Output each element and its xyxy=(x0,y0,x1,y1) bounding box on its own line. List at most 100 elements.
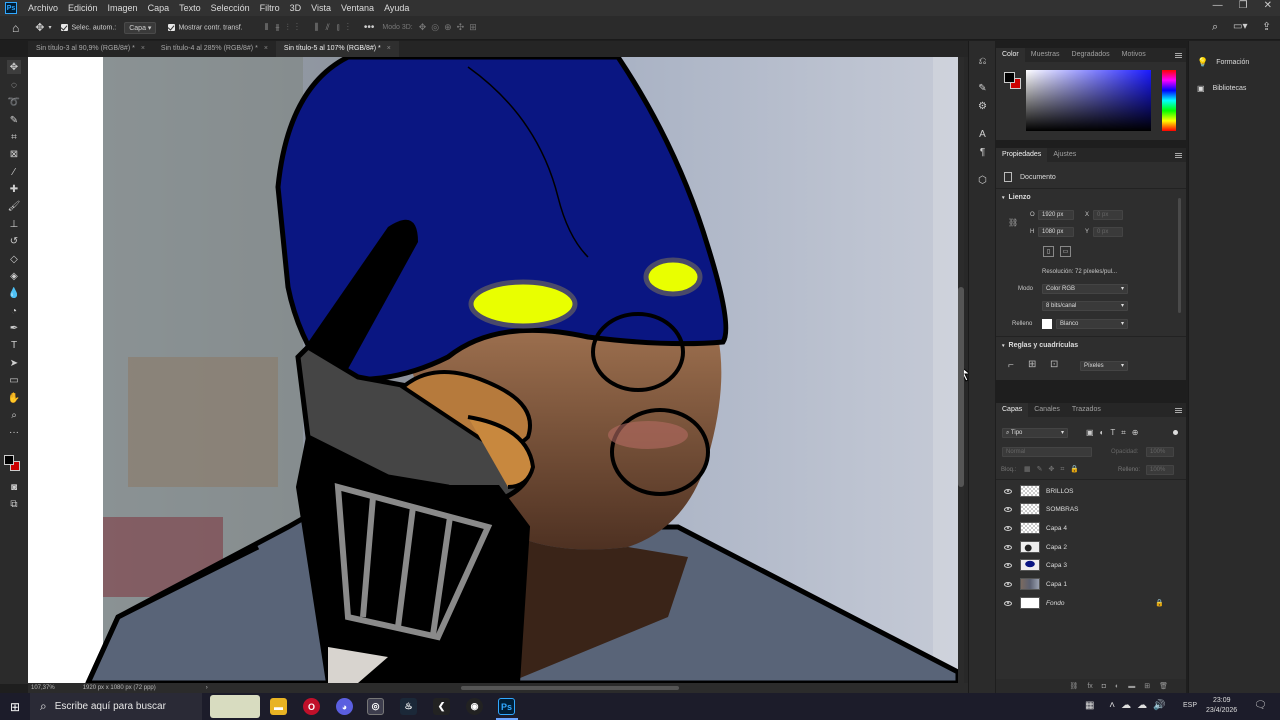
horizontal-scrollbar-thumb[interactable] xyxy=(461,686,679,690)
more-options-icon[interactable]: ••• xyxy=(364,22,375,33)
layer-fill-field[interactable]: 100% xyxy=(1146,465,1174,475)
tab-sin-titulo-4[interactable]: Sin título-4 al 285% (RGB/8#) * × xyxy=(153,41,276,57)
language-indicator[interactable]: ESP xyxy=(1183,702,1197,709)
rectangle-tool-icon[interactable]: ▭ xyxy=(7,373,21,387)
width-field[interactable]: 1920 px xyxy=(1038,210,1074,220)
move-tool-icon[interactable]: ✥ xyxy=(7,60,21,74)
grid-icon[interactable]: ⊞ xyxy=(1028,359,1036,370)
workspace-icon[interactable]: ▭▾ xyxy=(1233,21,1247,32)
close-tab-icon[interactable]: × xyxy=(141,45,145,52)
hand-tool-icon[interactable]: ✋ xyxy=(7,391,21,405)
brush-tool-icon[interactable]: 🖌 xyxy=(7,199,21,213)
mode-dropdown[interactable]: Color RGB ▾ xyxy=(1042,284,1128,294)
taskbar-search[interactable]: ⌕ Escribe aquí para buscar xyxy=(30,693,202,720)
path-selection-tool-icon[interactable]: ➤ xyxy=(7,356,21,370)
auto-select-checkbox[interactable]: Selec. autom.: xyxy=(61,23,116,31)
paragraph-icon[interactable]: ¶ xyxy=(976,146,989,159)
app-icon[interactable]: ❮ xyxy=(433,698,450,715)
y-field[interactable]: 0 px xyxy=(1093,227,1123,237)
depth-dropdown[interactable]: 8 bits/canal ▾ xyxy=(1042,301,1128,311)
align-icons[interactable]: ⫴⫵⫶⋮ ⫼⫽⫾⋮ xyxy=(265,22,356,33)
ruler-icon[interactable]: ⌐ xyxy=(1008,360,1014,371)
foreground-color-swatch[interactable] xyxy=(4,455,14,465)
visibility-eye-icon[interactable] xyxy=(1004,562,1012,568)
blur-tool-icon[interactable]: 💧 xyxy=(7,286,21,300)
units-dropdown[interactable]: Píxeles ▾ xyxy=(1080,361,1128,371)
layer-row-capa-1[interactable]: Capa 1 xyxy=(1000,575,1178,593)
visibility-eye-icon[interactable] xyxy=(1004,581,1012,587)
dodge-tool-icon[interactable]: ◔ xyxy=(7,304,21,318)
lasso-tool-icon[interactable]: ➰ xyxy=(7,95,21,109)
photoshop-taskbar-icon[interactable]: Ps xyxy=(498,698,515,715)
menu-imagen[interactable]: Imagen xyxy=(103,3,143,13)
tab-sin-titulo-5[interactable]: Sin título-5 al 107% (RGB/8#) * × xyxy=(275,41,399,57)
menu-texto[interactable]: Texto xyxy=(174,3,206,13)
hue-slider[interactable] xyxy=(1162,70,1176,131)
close-tab-icon[interactable]: × xyxy=(387,45,391,52)
file-explorer-icon[interactable]: ▬ xyxy=(270,698,287,715)
share-icon[interactable]: ⇪ xyxy=(1262,20,1271,33)
add-mask-icon[interactable]: ◘ xyxy=(1102,683,1106,690)
clock-time[interactable]: 23:09 xyxy=(1213,697,1231,704)
layer-row-capa-2[interactable]: Capa 2 xyxy=(1000,538,1178,556)
rulers-section[interactable]: ▾ Reglas y cuadrículas xyxy=(1002,342,1078,349)
lock-icon[interactable]: 🔒 xyxy=(1155,599,1164,607)
quick-mask-icon[interactable]: ◙ xyxy=(7,480,21,494)
status-arrow-icon[interactable]: › xyxy=(206,685,208,691)
zoom-level[interactable]: 107,37% xyxy=(31,685,55,691)
zoom-tool-icon[interactable]: ⌕ xyxy=(7,408,21,422)
menu-filtro[interactable]: Filtro xyxy=(255,3,285,13)
link-layers-icon[interactable]: ⛓ xyxy=(1069,682,1078,690)
layer-row-capa-4[interactable]: Capa 4 xyxy=(1000,519,1178,537)
3d-tools-icons[interactable]: ✥◎⊕✣⊞ xyxy=(419,22,482,33)
notification-area-icons[interactable]: ▦ ˄☁☁🔊 xyxy=(1085,700,1172,711)
tab-ajustes[interactable]: Ajustes xyxy=(1047,148,1082,162)
adjustment-layer-icon[interactable]: ◐ xyxy=(1115,683,1119,690)
eyedropper-tool-icon[interactable]: ⁄ xyxy=(7,165,21,179)
fg-color-swatch[interactable] xyxy=(1004,72,1015,83)
landscape-icon[interactable]: ▭ xyxy=(1060,246,1071,257)
visibility-eye-icon[interactable] xyxy=(1004,525,1012,531)
crop-tool-icon[interactable]: ⌗ xyxy=(7,130,21,144)
search-icon[interactable]: ⌕ xyxy=(1212,21,1218,34)
visibility-eye-icon[interactable] xyxy=(1004,544,1012,550)
height-field[interactable]: 1080 px xyxy=(1038,227,1074,237)
type-tool-icon[interactable]: T xyxy=(7,338,21,352)
history-icon[interactable]: ⎌ xyxy=(976,55,989,68)
x-field[interactable]: 0 px xyxy=(1093,210,1123,220)
pen-tool-icon[interactable]: ✒ xyxy=(7,321,21,335)
opacity-field[interactable]: 100% xyxy=(1146,447,1174,457)
move-tool-icon[interactable]: ✥ xyxy=(35,21,44,34)
properties-scrollbar[interactable] xyxy=(1178,198,1181,313)
layer-row-capa-3[interactable]: Capa 3 xyxy=(1000,556,1178,574)
menu-vista[interactable]: Vista xyxy=(306,3,336,13)
panel-menu-icon[interactable] xyxy=(1175,53,1182,58)
close-tab-icon[interactable]: × xyxy=(264,45,268,52)
show-transform-checkbox[interactable]: Mostrar contr. transf. xyxy=(168,23,243,31)
tab-muestras[interactable]: Muestras xyxy=(1025,48,1066,62)
character-icon[interactable]: A xyxy=(976,128,989,141)
quick-select-tool-icon[interactable]: ✎ xyxy=(7,113,21,127)
brush-settings-icon[interactable]: ✎ xyxy=(976,82,989,95)
restore-icon[interactable]: ❐ xyxy=(1239,0,1248,11)
news-widget-icon[interactable] xyxy=(210,695,260,718)
layer-row-sombras[interactable]: SOMBRAS xyxy=(1000,500,1178,518)
menu-seleccion[interactable]: Selección xyxy=(206,3,255,13)
github-icon[interactable]: ◉ xyxy=(466,698,483,715)
fill-dropdown[interactable]: Blanco ▾ xyxy=(1056,319,1128,329)
tool-preset-chevron-icon[interactable]: ▾ xyxy=(48,24,51,31)
obs-icon[interactable]: ◎ xyxy=(367,698,384,715)
auto-select-dropdown[interactable]: Capa ▾ xyxy=(124,21,157,34)
tab-motivos[interactable]: Motivos xyxy=(1116,48,1152,62)
more-tools-icon[interactable]: ··· xyxy=(7,425,21,439)
link-icon[interactable]: ⛓ xyxy=(1008,218,1018,227)
tab-propiedades[interactable]: Propiedades xyxy=(996,148,1048,162)
fill-swatch[interactable] xyxy=(1042,319,1052,329)
layer-filter-dropdown[interactable]: ⌕ Tipo ▾ xyxy=(1002,428,1068,438)
portrait-icon[interactable]: ▯ xyxy=(1043,246,1054,257)
windows-start-icon[interactable]: ⊞ xyxy=(10,700,20,714)
frame-tool-icon[interactable]: ⊠ xyxy=(7,147,21,161)
vertical-scrollbar[interactable] xyxy=(958,57,964,683)
discord-icon[interactable]: ◕ xyxy=(336,698,353,715)
tab-capas[interactable]: Capas xyxy=(996,403,1029,417)
